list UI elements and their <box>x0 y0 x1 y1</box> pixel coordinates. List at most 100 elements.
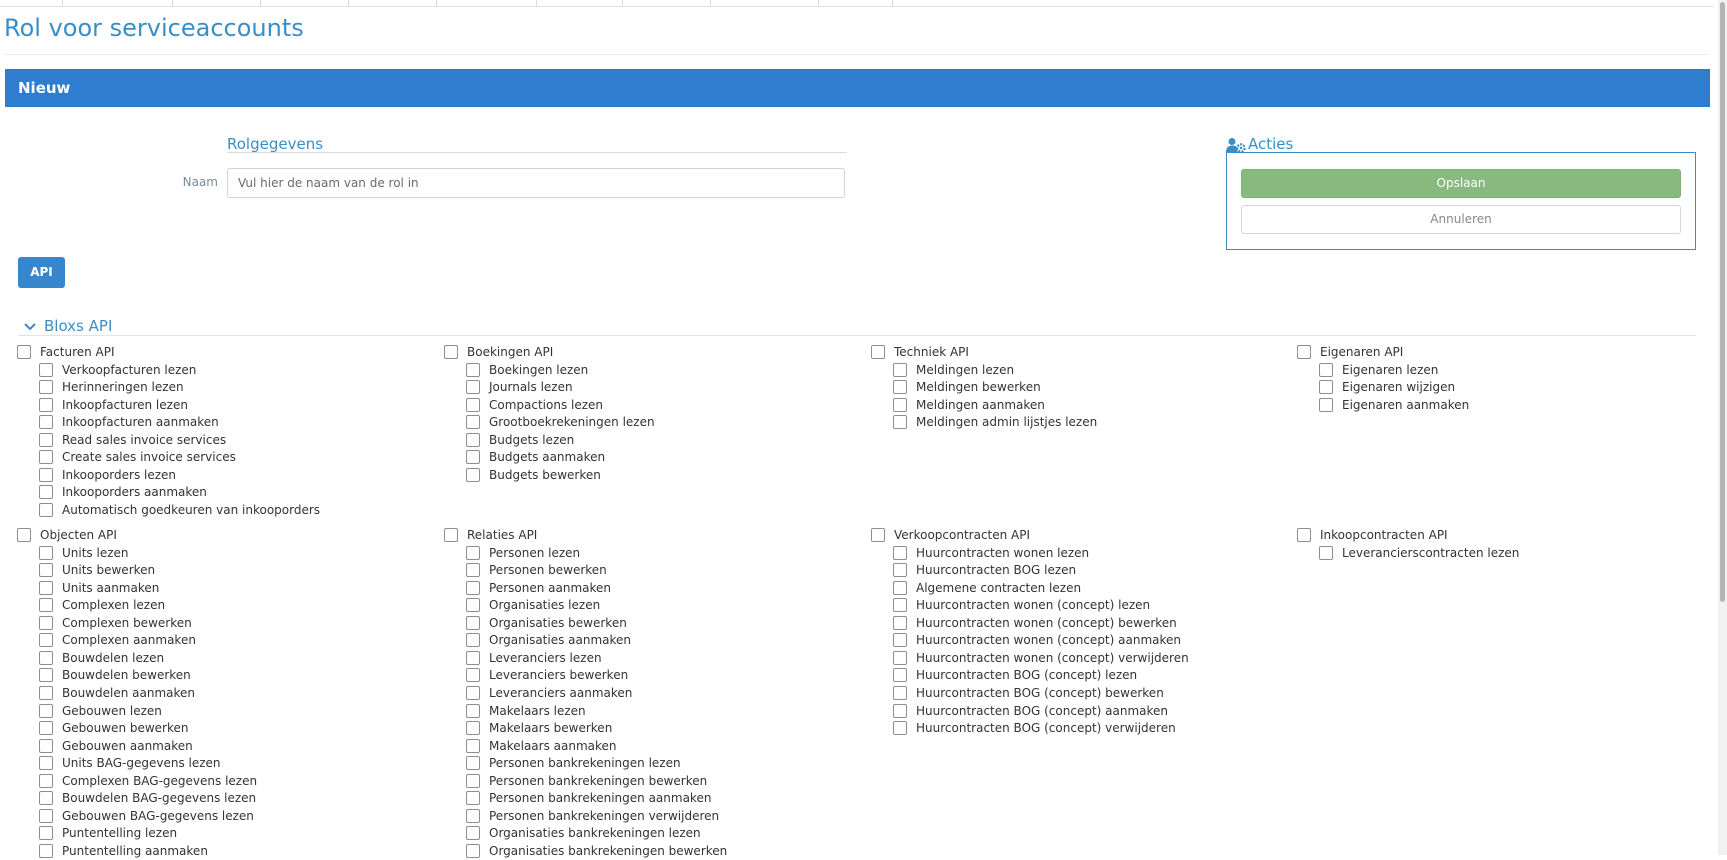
permission-checkbox[interactable] <box>39 414 53 429</box>
permission-checkbox-row[interactable]: Units BAG-gegevens lezen <box>39 755 221 772</box>
permission-checkbox[interactable] <box>39 790 53 805</box>
top-tab[interactable] <box>710 0 819 6</box>
permission-checkbox[interactable] <box>466 414 480 429</box>
permission-checkbox-row[interactable]: Herinneringen lezen <box>39 379 184 396</box>
permission-checkbox-row[interactable]: Bouwdelen lezen <box>39 650 164 667</box>
scrollbar-thumb[interactable] <box>1720 2 1725 602</box>
permission-checkbox[interactable] <box>39 562 53 577</box>
permission-checkbox-row[interactable]: Grootboekrekeningen lezen <box>466 414 655 431</box>
group-checkbox-row[interactable]: Boekingen API <box>444 344 553 361</box>
save-button[interactable]: Opslaan <box>1241 169 1681 198</box>
permission-checkbox[interactable] <box>893 414 907 429</box>
permission-checkbox[interactable] <box>39 738 53 753</box>
permission-checkbox[interactable] <box>466 379 480 394</box>
permission-checkbox-row[interactable]: Automatisch goedkeuren van inkooporders <box>39 502 320 519</box>
permission-checkbox-row[interactable]: Leveranciers bewerken <box>466 667 628 684</box>
permission-checkbox-row[interactable]: Create sales invoice services <box>39 449 236 466</box>
permission-checkbox[interactable] <box>466 773 480 788</box>
permission-checkbox[interactable] <box>466 545 480 560</box>
permission-checkbox-row[interactable]: Units lezen <box>39 545 129 562</box>
permission-checkbox[interactable] <box>39 808 53 823</box>
permission-checkbox-row[interactable]: Eigenaren wijzigen <box>1319 379 1455 396</box>
permission-checkbox-row[interactable]: Makelaars lezen <box>466 703 586 720</box>
group-checkbox[interactable] <box>871 527 885 542</box>
top-tab[interactable] <box>348 0 437 6</box>
permission-checkbox-row[interactable]: Personen bankrekeningen bewerken <box>466 773 707 790</box>
permission-checkbox[interactable] <box>893 362 907 377</box>
permission-checkbox[interactable] <box>39 484 53 499</box>
group-checkbox[interactable] <box>17 344 31 359</box>
permission-checkbox[interactable] <box>39 843 53 858</box>
bloxs-api-heading[interactable]: Bloxs API <box>44 317 112 335</box>
permission-checkbox-row[interactable]: Organisaties lezen <box>466 597 600 614</box>
permission-checkbox[interactable] <box>893 667 907 682</box>
permission-checkbox-row[interactable]: Journals lezen <box>466 379 573 396</box>
permission-checkbox-row[interactable]: Personen lezen <box>466 545 580 562</box>
permission-checkbox[interactable] <box>39 397 53 412</box>
permission-checkbox[interactable] <box>39 502 53 517</box>
group-checkbox[interactable] <box>444 527 458 542</box>
permission-checkbox[interactable] <box>466 720 480 735</box>
permission-checkbox[interactable] <box>39 703 53 718</box>
group-checkbox-row[interactable]: Techniek API <box>871 344 969 361</box>
permission-checkbox-row[interactable]: Huurcontracten wonen lezen <box>893 545 1089 562</box>
group-checkbox-row[interactable]: Facturen API <box>17 344 115 361</box>
permission-checkbox[interactable] <box>893 615 907 630</box>
permission-checkbox[interactable] <box>39 379 53 394</box>
permission-checkbox-row[interactable]: Inkoopfacturen aanmaken <box>39 414 219 431</box>
permission-checkbox-row[interactable]: Organisaties bankrekeningen lezen <box>466 825 701 842</box>
permission-checkbox-row[interactable]: Units bewerken <box>39 562 155 579</box>
permission-checkbox-row[interactable]: Organisaties aanmaken <box>466 632 631 649</box>
permission-checkbox-row[interactable]: Leveranciers lezen <box>466 650 602 667</box>
permission-checkbox[interactable] <box>39 362 53 377</box>
permission-checkbox[interactable] <box>39 432 53 447</box>
permission-checkbox[interactable] <box>39 580 53 595</box>
permission-checkbox[interactable] <box>466 615 480 630</box>
group-checkbox[interactable] <box>444 344 458 359</box>
permission-checkbox[interactable] <box>893 580 907 595</box>
permission-checkbox-row[interactable]: Eigenaren aanmaken <box>1319 397 1469 414</box>
permission-checkbox[interactable] <box>893 562 907 577</box>
permission-checkbox[interactable] <box>466 397 480 412</box>
permission-checkbox-row[interactable]: Eigenaren lezen <box>1319 362 1438 379</box>
permission-checkbox-row[interactable]: Puntentelling lezen <box>39 825 177 842</box>
permission-checkbox[interactable] <box>466 667 480 682</box>
permission-checkbox-row[interactable]: Compactions lezen <box>466 397 603 414</box>
top-tab[interactable] <box>0 0 63 6</box>
permission-checkbox-row[interactable]: Bouwdelen BAG-gegevens lezen <box>39 790 256 807</box>
permission-checkbox[interactable] <box>39 825 53 840</box>
group-checkbox[interactable] <box>871 344 885 359</box>
permission-checkbox[interactable] <box>466 825 480 840</box>
name-input[interactable] <box>227 168 845 198</box>
permission-checkbox-row[interactable]: Meldingen admin lijstjes lezen <box>893 414 1097 431</box>
permission-checkbox[interactable] <box>39 667 53 682</box>
permission-checkbox[interactable] <box>893 650 907 665</box>
group-checkbox[interactable] <box>17 527 31 542</box>
permission-checkbox[interactable] <box>39 720 53 735</box>
permission-checkbox-row[interactable]: Units aanmaken <box>39 580 159 597</box>
permission-checkbox[interactable] <box>893 379 907 394</box>
permission-checkbox-row[interactable]: Gebouwen BAG-gegevens lezen <box>39 808 254 825</box>
permission-checkbox-row[interactable]: Boekingen lezen <box>466 362 588 379</box>
group-checkbox-row[interactable]: Relaties API <box>444 527 537 544</box>
top-tab[interactable] <box>536 0 623 6</box>
permission-checkbox[interactable] <box>39 755 53 770</box>
permission-checkbox-row[interactable]: Personen bankrekeningen lezen <box>466 755 681 772</box>
permission-checkbox[interactable] <box>466 755 480 770</box>
permission-checkbox-row[interactable]: Algemene contracten lezen <box>893 580 1081 597</box>
permission-checkbox-row[interactable]: Budgets aanmaken <box>466 449 605 466</box>
permission-checkbox[interactable] <box>466 843 480 858</box>
group-checkbox-row[interactable]: Verkoopcontracten API <box>871 527 1030 544</box>
permission-checkbox[interactable] <box>39 650 53 665</box>
permission-checkbox[interactable] <box>1319 397 1333 412</box>
permission-checkbox-row[interactable]: Meldingen lezen <box>893 362 1014 379</box>
permission-checkbox-row[interactable]: Complexen bewerken <box>39 615 192 632</box>
permission-checkbox-row[interactable]: Bouwdelen aanmaken <box>39 685 195 702</box>
top-tab[interactable] <box>622 0 711 6</box>
group-checkbox-row[interactable]: Eigenaren API <box>1297 344 1403 361</box>
permission-checkbox[interactable] <box>466 362 480 377</box>
permission-checkbox[interactable] <box>1319 379 1333 394</box>
permission-checkbox-row[interactable]: Inkoopfacturen lezen <box>39 397 188 414</box>
permission-checkbox[interactable] <box>1319 362 1333 377</box>
top-tab[interactable] <box>62 0 173 6</box>
